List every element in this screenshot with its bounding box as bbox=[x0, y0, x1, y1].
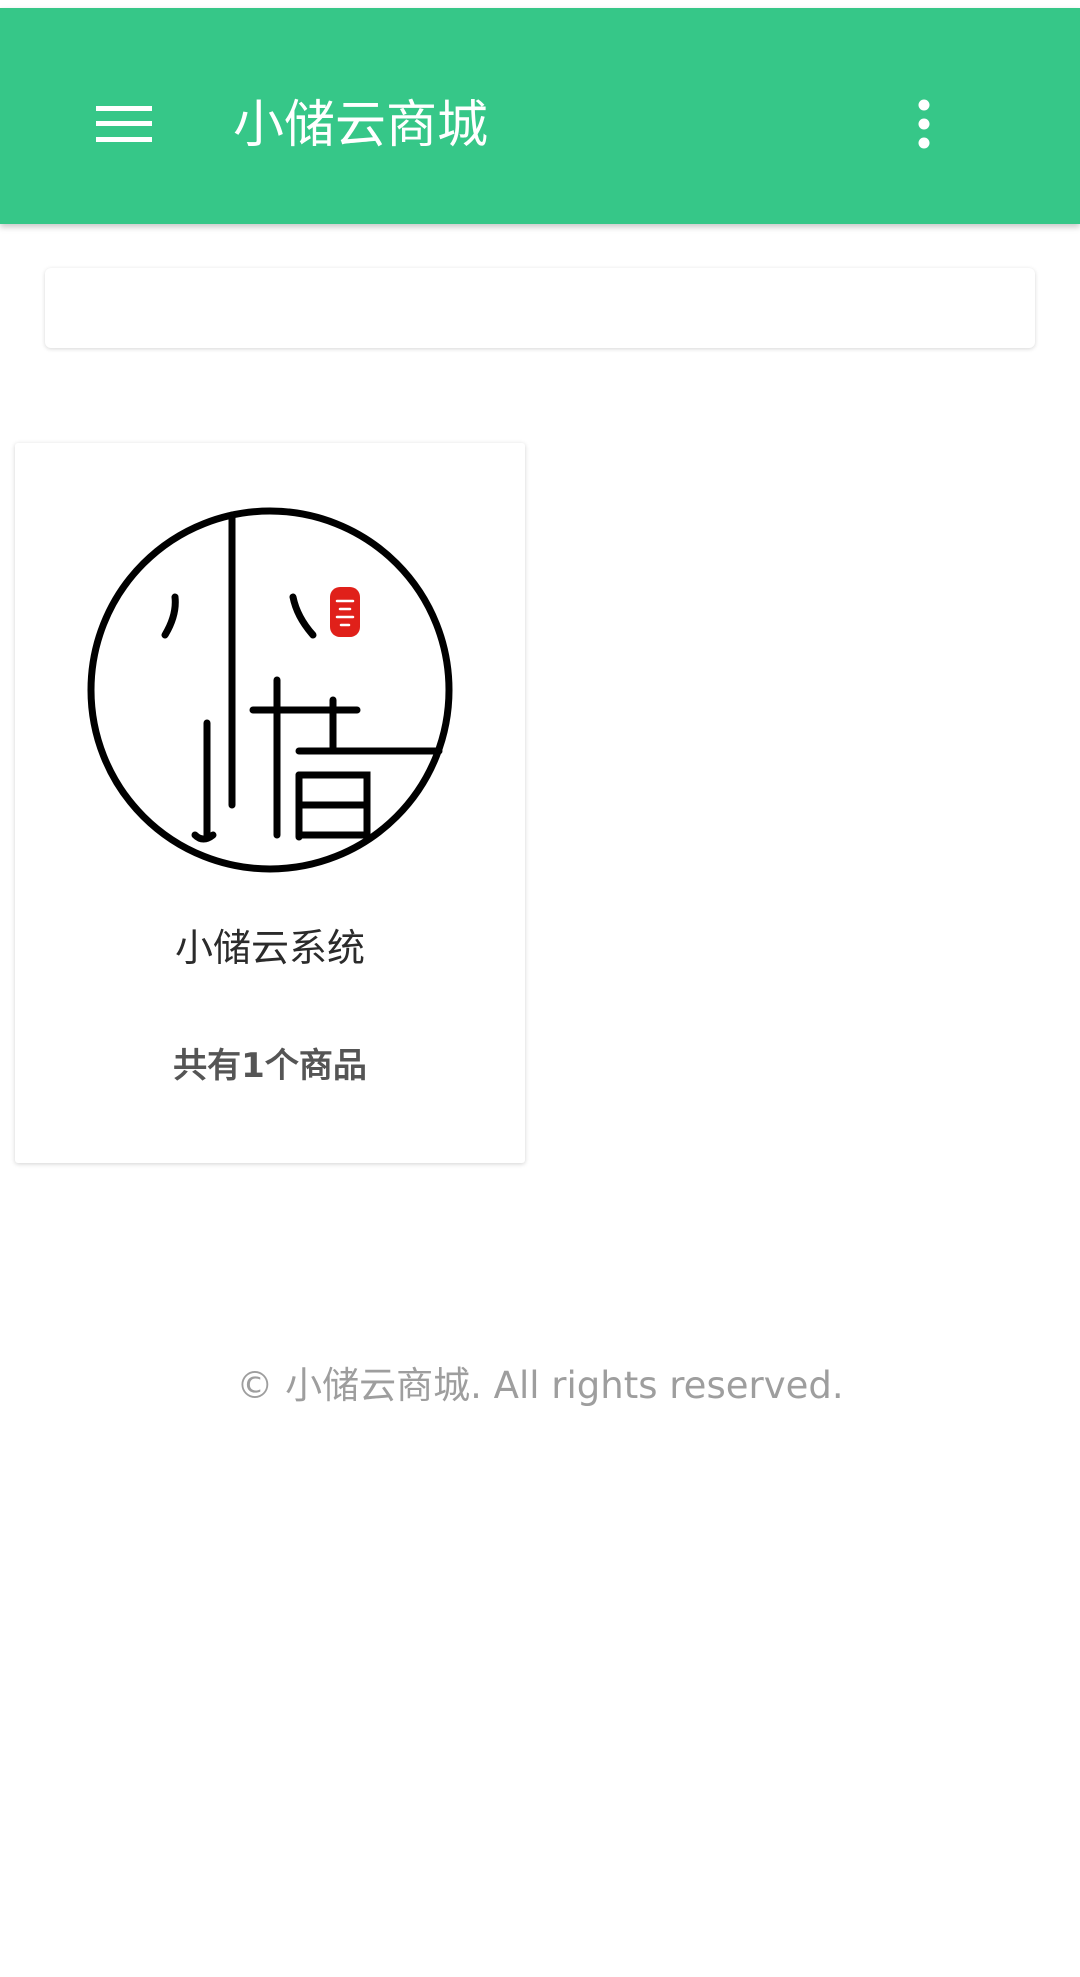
menu-icon bbox=[96, 106, 152, 142]
shop-name: 小储云系统 bbox=[174, 926, 365, 970]
shop-product-count: 共有1个商品 bbox=[173, 1046, 367, 1086]
search-bar[interactable] bbox=[45, 268, 1035, 348]
shop-logo-icon bbox=[87, 507, 453, 873]
shop-card[interactable]: 小储云系统 共有1个商品 bbox=[15, 443, 525, 1163]
app-bar: 小储云商城 bbox=[0, 8, 1080, 224]
more-options-button[interactable] bbox=[880, 80, 968, 168]
footer-copyright: © 小储云商城. All rights reserved. bbox=[236, 1364, 844, 1407]
app-title: 小储云商城 bbox=[233, 96, 489, 155]
menu-button[interactable] bbox=[80, 80, 168, 168]
more-vert-icon bbox=[918, 99, 930, 149]
